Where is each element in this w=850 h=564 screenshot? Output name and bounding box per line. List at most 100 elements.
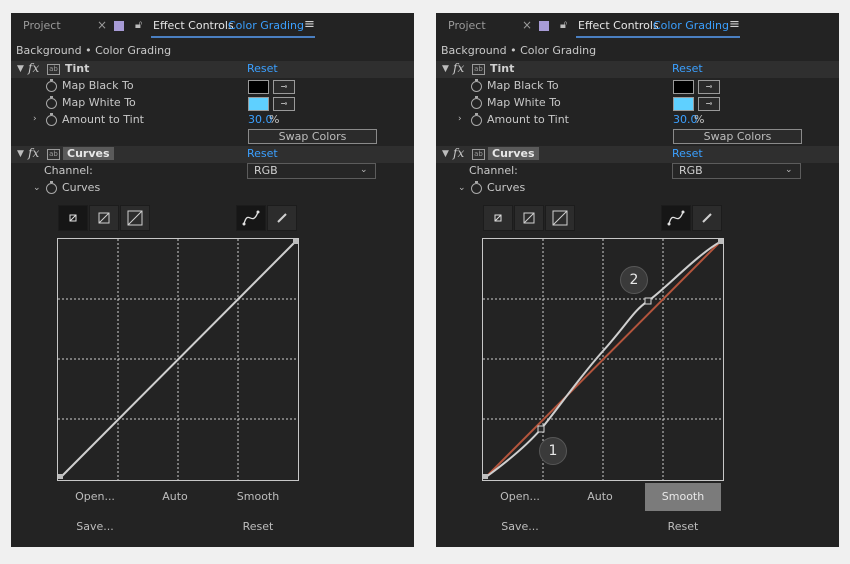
open-button[interactable]: Open... <box>57 483 133 511</box>
large-graph-size-button[interactable] <box>120 205 150 231</box>
pencil-tool-button[interactable] <box>692 205 722 231</box>
chevron-right-icon[interactable]: › <box>33 114 37 124</box>
save-button[interactable]: Save... <box>57 513 133 541</box>
tab-effect-controls[interactable]: Effect Controls <box>153 19 234 32</box>
save-button[interactable]: Save... <box>482 513 558 541</box>
fx-icon[interactable]: fx <box>453 61 464 75</box>
smooth-button[interactable]: Smooth <box>645 483 721 511</box>
chevron-down-icon[interactable]: ▼ <box>17 149 24 159</box>
map-white-color-swatch[interactable] <box>673 97 694 111</box>
curves-effect-name: Curves <box>488 147 539 160</box>
map-black-color-swatch[interactable] <box>673 80 694 94</box>
chevron-down-icon[interactable]: ⌄ <box>458 183 466 193</box>
map-white-row: Map White To ⊸ <box>11 95 414 112</box>
chevron-right-icon[interactable]: › <box>458 114 462 124</box>
reset-button[interactable]: Reset <box>645 513 721 541</box>
stopwatch-icon[interactable] <box>471 181 482 194</box>
curves-graph-canvas[interactable] <box>58 239 298 480</box>
fx-icon[interactable]: fx <box>453 146 464 160</box>
chevron-down-icon: ⌄ <box>360 165 368 175</box>
amount-to-tint-label: Amount to Tint <box>487 113 569 126</box>
chevron-down-icon[interactable]: ▼ <box>442 64 449 74</box>
stopwatch-icon[interactable] <box>46 79 57 92</box>
curves-effect-header[interactable]: ▼ fx ab Curves Reset <box>436 146 839 163</box>
swap-colors-button[interactable]: Swap Colors <box>673 129 802 144</box>
stopwatch-icon[interactable] <box>46 181 57 194</box>
curves-graph-canvas[interactable] <box>483 239 723 480</box>
open-button[interactable]: Open... <box>482 483 558 511</box>
small-graph-icon <box>69 214 77 222</box>
small-graph-size-button[interactable] <box>58 205 88 231</box>
channel-dropdown[interactable]: RGB ⌄ <box>247 163 376 179</box>
lock-icon[interactable]: 🔓︎ <box>560 18 567 32</box>
amount-unit: % <box>269 113 280 126</box>
close-icon[interactable]: × <box>522 18 532 32</box>
close-icon[interactable]: × <box>97 18 107 32</box>
pencil-tool-button[interactable] <box>267 205 297 231</box>
chevron-down-icon[interactable]: ▼ <box>442 149 449 159</box>
fx-icon[interactable]: fx <box>28 61 39 75</box>
smooth-button[interactable]: Smooth <box>220 483 296 511</box>
map-black-color-swatch[interactable] <box>248 80 269 94</box>
auto-button[interactable]: Auto <box>137 483 213 511</box>
map-white-row: Map White To ⊸ <box>436 95 839 112</box>
panel-menu-icon[interactable]: ≡ <box>729 17 740 32</box>
stopwatch-icon[interactable] <box>471 96 482 109</box>
stopwatch-icon[interactable] <box>46 96 57 109</box>
label-color-swatch <box>114 21 124 31</box>
eyedropper-icon[interactable]: ⊸ <box>698 80 720 94</box>
eyedropper-icon[interactable]: ⊸ <box>698 97 720 111</box>
amount-to-tint-row: › Amount to Tint 30.0 % <box>436 112 839 129</box>
lock-icon[interactable]: 🔓︎ <box>135 18 142 32</box>
eyedropper-icon[interactable]: ⊸ <box>273 97 295 111</box>
chevron-down-icon[interactable]: ▼ <box>17 64 24 74</box>
panel-menu-icon[interactable]: ≡ <box>304 17 315 32</box>
eyedropper-icon[interactable]: ⊸ <box>273 80 295 94</box>
active-tab-indicator <box>151 36 315 38</box>
tab-project[interactable]: Project <box>23 19 61 32</box>
curves-effect-header[interactable]: ▼ fx ab Curves Reset <box>11 146 414 163</box>
large-graph-size-button[interactable] <box>545 205 575 231</box>
chevron-down-icon[interactable]: ⌄ <box>33 183 41 193</box>
curve-endpoint[interactable] <box>483 474 488 479</box>
reset-button[interactable]: Reset <box>220 513 296 541</box>
swap-colors-button[interactable]: Swap Colors <box>248 129 377 144</box>
medium-graph-icon <box>98 212 110 224</box>
tint-reset-link[interactable]: Reset <box>247 62 278 75</box>
medium-graph-size-button[interactable] <box>89 205 119 231</box>
curve-endpoint[interactable] <box>58 474 63 479</box>
effect-badge-icon: ab <box>472 149 485 160</box>
curves-property-label: Curves <box>62 181 101 194</box>
tab-composition-name[interactable]: Color Grading <box>653 19 729 32</box>
map-white-color-swatch[interactable] <box>248 97 269 111</box>
stopwatch-icon[interactable] <box>471 79 482 92</box>
curve-endpoint[interactable] <box>718 239 723 244</box>
tint-effect-header[interactable]: ▼ fx ab Tint Reset <box>11 61 414 78</box>
map-white-label: Map White To <box>487 96 561 109</box>
curves-effect-name: Curves <box>63 147 114 160</box>
curves-reset-link[interactable]: Reset <box>247 147 278 160</box>
tab-composition-name[interactable]: Color Grading <box>228 19 304 32</box>
amount-to-tint-row: › Amount to Tint 30.0 % <box>11 112 414 129</box>
chevron-down-icon: ⌄ <box>785 165 793 175</box>
channel-dropdown[interactable]: RGB ⌄ <box>672 163 801 179</box>
small-graph-size-button[interactable] <box>483 205 513 231</box>
tab-project[interactable]: Project <box>448 19 486 32</box>
tab-effect-controls[interactable]: Effect Controls <box>578 19 659 32</box>
curve-control-point[interactable] <box>537 425 545 433</box>
active-tab-indicator <box>576 36 740 38</box>
curve-control-point[interactable] <box>644 297 652 305</box>
tint-reset-link[interactable]: Reset <box>672 62 703 75</box>
curves-reset-link[interactable]: Reset <box>672 147 703 160</box>
auto-button[interactable]: Auto <box>562 483 638 511</box>
tint-effect-header[interactable]: ▼ fx ab Tint Reset <box>436 61 839 78</box>
curve-endpoint[interactable] <box>293 239 298 244</box>
bezier-curve-tool-button[interactable] <box>236 205 266 231</box>
bezier-curve-tool-button[interactable] <box>661 205 691 231</box>
medium-graph-size-button[interactable] <box>514 205 544 231</box>
fx-icon[interactable]: fx <box>28 146 39 160</box>
stopwatch-icon[interactable] <box>471 113 482 126</box>
curves-graph[interactable] <box>57 238 299 481</box>
stopwatch-icon[interactable] <box>46 113 57 126</box>
curves-graph[interactable] <box>482 238 724 481</box>
